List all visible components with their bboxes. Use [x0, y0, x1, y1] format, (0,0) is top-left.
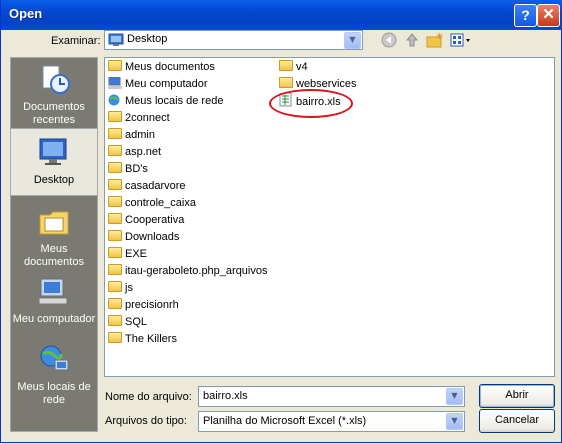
chevron-down-icon[interactable]: ▼ — [446, 388, 463, 405]
list-item[interactable]: Downloads — [108, 229, 179, 245]
chevron-down-icon[interactable]: ▼ — [344, 32, 361, 49]
list-item[interactable]: v4 — [279, 59, 308, 75]
view-menu-icon[interactable] — [450, 32, 472, 50]
network-places-icon — [108, 94, 122, 106]
list-item[interactable]: 2connect — [108, 110, 170, 126]
list-item[interactable]: precisionrh — [108, 297, 179, 313]
back-icon[interactable] — [380, 32, 398, 50]
folder-icon — [108, 213, 122, 225]
highlight-circle — [269, 89, 353, 118]
list-item[interactable]: Cooperativa — [108, 212, 184, 228]
look-in-combo[interactable]: Desktop ▼ — [104, 30, 363, 50]
folder-icon — [108, 196, 122, 208]
folder-icon — [108, 179, 122, 191]
list-item[interactable]: Meus locais de rede — [108, 93, 223, 109]
cancel-button[interactable]: Cancelar — [479, 409, 555, 433]
folder-icon — [279, 60, 293, 72]
folder-icon — [279, 77, 293, 89]
list-item[interactable]: casadarvore — [108, 178, 186, 194]
list-item[interactable]: asp.net — [108, 144, 161, 160]
places-bar: Documentos recentes Desktop Meus documen… — [10, 57, 98, 432]
list-item[interactable]: itau-geraboleto.php_arquivos — [108, 263, 268, 279]
filetype-label: Arquivos do tipo: — [105, 415, 187, 427]
list-item[interactable]: BD's — [108, 161, 148, 177]
my-computer-icon — [108, 76, 122, 89]
folder-icon — [108, 264, 122, 276]
my-documents-icon — [108, 60, 122, 72]
filetype-select[interactable]: Planilha do Microsoft Excel (*.xls) ▼ — [198, 411, 465, 432]
my-documents-icon — [37, 206, 71, 238]
desktop-icon — [37, 135, 71, 167]
close-button[interactable]: ✕ — [537, 4, 560, 27]
place-my-documents[interactable]: Meus documentos — [11, 206, 97, 269]
list-item[interactable]: controle_caixa — [108, 195, 196, 211]
list-item[interactable]: EXE — [108, 246, 147, 262]
filename-label: Nome do arquivo: — [105, 391, 192, 403]
folder-icon — [108, 315, 122, 327]
filename-field[interactable]: bairro.xls ▼ — [198, 386, 465, 407]
place-recent-documents[interactable]: Documentos recentes — [11, 64, 97, 127]
desktop-icon — [108, 33, 124, 46]
list-item[interactable]: js — [108, 280, 133, 296]
folder-icon — [108, 145, 122, 157]
folder-icon — [108, 230, 122, 242]
list-item[interactable]: admin — [108, 127, 155, 143]
look-in-label: Examinar: — [51, 35, 101, 47]
svg-text:✳: ✳ — [436, 32, 444, 42]
folder-icon — [108, 281, 122, 293]
recent-docs-icon — [37, 64, 71, 96]
up-folder-icon[interactable] — [403, 32, 421, 50]
network-places-icon — [37, 344, 71, 376]
folder-icon — [108, 111, 122, 123]
title-bar: Open ? ✕ — [1, 0, 562, 30]
list-item[interactable]: SQL — [108, 314, 147, 330]
folder-icon — [108, 162, 122, 174]
list-item[interactable]: Meu computador — [108, 76, 208, 92]
my-computer-icon — [37, 276, 71, 308]
folder-icon — [108, 332, 122, 344]
folder-icon — [108, 298, 122, 310]
open-dialog: Open ? ✕ Examinar: Desktop ▼ ✳ Documento… — [0, 0, 562, 443]
folder-icon — [108, 128, 122, 140]
new-folder-icon[interactable]: ✳ — [426, 32, 444, 50]
open-button[interactable]: Abrir — [479, 384, 555, 408]
help-button[interactable]: ? — [514, 4, 537, 27]
folder-icon — [108, 247, 122, 259]
window-title: Open — [9, 6, 43, 21]
list-item[interactable]: The Killers — [108, 331, 177, 347]
chevron-down-icon[interactable]: ▼ — [446, 413, 463, 430]
list-item[interactable]: Meus documentos — [108, 59, 215, 75]
place-desktop[interactable]: Desktop — [10, 128, 98, 196]
place-network-places[interactable]: Meus locais de rede — [11, 344, 97, 407]
look-in-value: Desktop — [127, 33, 168, 45]
place-my-computer[interactable]: Meu computador — [11, 276, 97, 326]
